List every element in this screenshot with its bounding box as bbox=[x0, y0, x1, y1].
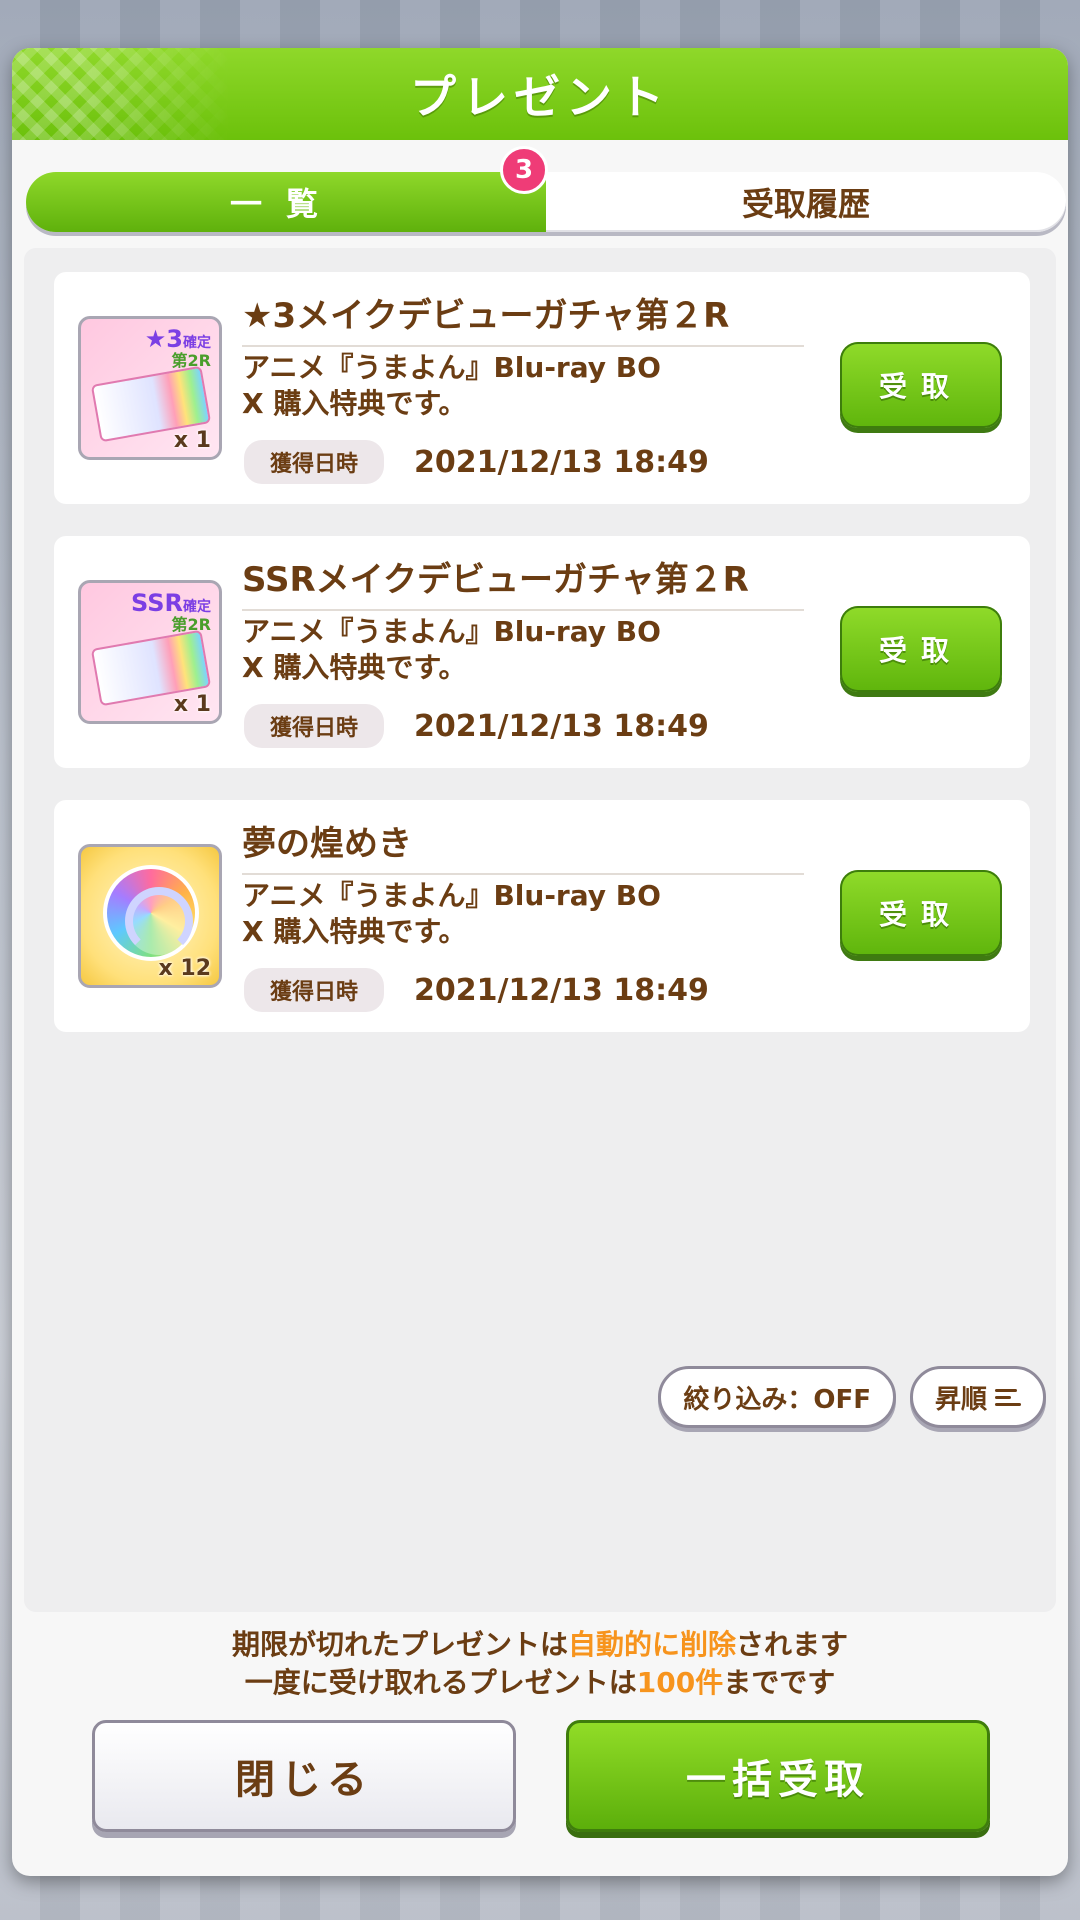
receive-button[interactable]: 受取 bbox=[840, 870, 1002, 956]
gacha-ticket-icon: ★3確定 第2R x 1 bbox=[78, 316, 222, 460]
present-dialog: プレゼント 一覧 3 受取履歴 ★3確定 第2R x 1 ★3メイクデビューガチ… bbox=[12, 48, 1068, 1876]
item-title: 夢の煌めき bbox=[242, 816, 804, 875]
tab-history[interactable]: 受取履歴 bbox=[546, 172, 1066, 232]
receive-button[interactable]: 受取 bbox=[840, 606, 1002, 692]
gacha-ticket-icon: SSR確定 第2R x 1 bbox=[78, 580, 222, 724]
date-value: 2021/12/13 18:49 bbox=[414, 972, 709, 1008]
item-quantity: x 12 bbox=[158, 956, 211, 981]
sort-button[interactable]: 昇順 bbox=[909, 1366, 1046, 1428]
tab-bar: 一覧 3 受取履歴 bbox=[26, 146, 1066, 232]
date-value: 2021/12/13 18:49 bbox=[414, 708, 709, 744]
date-label: 獲得日時 bbox=[244, 968, 385, 1012]
filter-sort-row: 絞り込み：OFF 昇順 bbox=[658, 1366, 1046, 1428]
filter-button[interactable]: 絞り込み：OFF bbox=[658, 1366, 896, 1428]
list-item: ★3確定 第2R x 1 ★3メイクデビューガチャ第２R アニメ『うまよん』Bl… bbox=[54, 272, 1030, 504]
notice-text: 期限が切れたプレゼントは自動的に削除されます 一度に受け取れるプレゼントは100… bbox=[231, 1628, 849, 1699]
receive-button[interactable]: 受取 bbox=[840, 342, 1002, 428]
item-description: アニメ『うまよん』Blu-ray BO X 購入特典です。 bbox=[242, 351, 661, 420]
date-label: 獲得日時 bbox=[244, 704, 385, 748]
sort-label: 昇順 bbox=[934, 1384, 987, 1415]
item-description: アニメ『うまよん』Blu-ray BO X 購入特典です。 bbox=[242, 879, 661, 948]
horseshoe-ring-icon bbox=[103, 865, 199, 961]
filter-label: 絞り込み：OFF bbox=[683, 1384, 871, 1415]
close-button[interactable]: 閉じる bbox=[92, 1720, 516, 1832]
date-value: 2021/12/13 18:49 bbox=[414, 444, 709, 480]
dialog-header: プレゼント bbox=[12, 48, 1068, 140]
dialog-title: プレゼント bbox=[410, 70, 670, 124]
item-quantity: x 1 bbox=[173, 692, 211, 717]
item-title: SSRメイクデビューガチャ第２R bbox=[242, 552, 804, 611]
sort-lines-icon bbox=[995, 1388, 1021, 1406]
thumb-tag: ★3 bbox=[144, 325, 183, 353]
thumb-tag: SSR bbox=[131, 589, 183, 617]
unread-count-badge: 3 bbox=[500, 146, 548, 194]
dream-sparkle-icon: x 12 bbox=[78, 844, 222, 988]
item-description: アニメ『うまよん』Blu-ray BO X 購入特典です。 bbox=[242, 615, 661, 684]
list-item: SSR確定 第2R x 1 SSRメイクデビューガチャ第２R アニメ『うまよん』… bbox=[54, 536, 1030, 768]
acquired-date-row: 獲得日時 2021/12/13 18:49 bbox=[244, 440, 709, 484]
tab-history-label: 受取履歴 bbox=[741, 185, 870, 223]
list-item: x 12 夢の煌めき アニメ『うまよん』Blu-ray BO X 購入特典です。… bbox=[54, 800, 1030, 1032]
date-label: 獲得日時 bbox=[244, 440, 385, 484]
item-quantity: x 1 bbox=[173, 428, 211, 453]
acquired-date-row: 獲得日時 2021/12/13 18:49 bbox=[244, 968, 709, 1012]
acquired-date-row: 獲得日時 2021/12/13 18:49 bbox=[244, 704, 709, 748]
tab-list-label: 一覧 bbox=[229, 185, 342, 223]
tab-list[interactable]: 一覧 3 bbox=[26, 146, 548, 232]
bulk-receive-button[interactable]: 一括受取 bbox=[566, 1720, 990, 1832]
item-title: ★3メイクデビューガチャ第２R bbox=[242, 288, 804, 347]
